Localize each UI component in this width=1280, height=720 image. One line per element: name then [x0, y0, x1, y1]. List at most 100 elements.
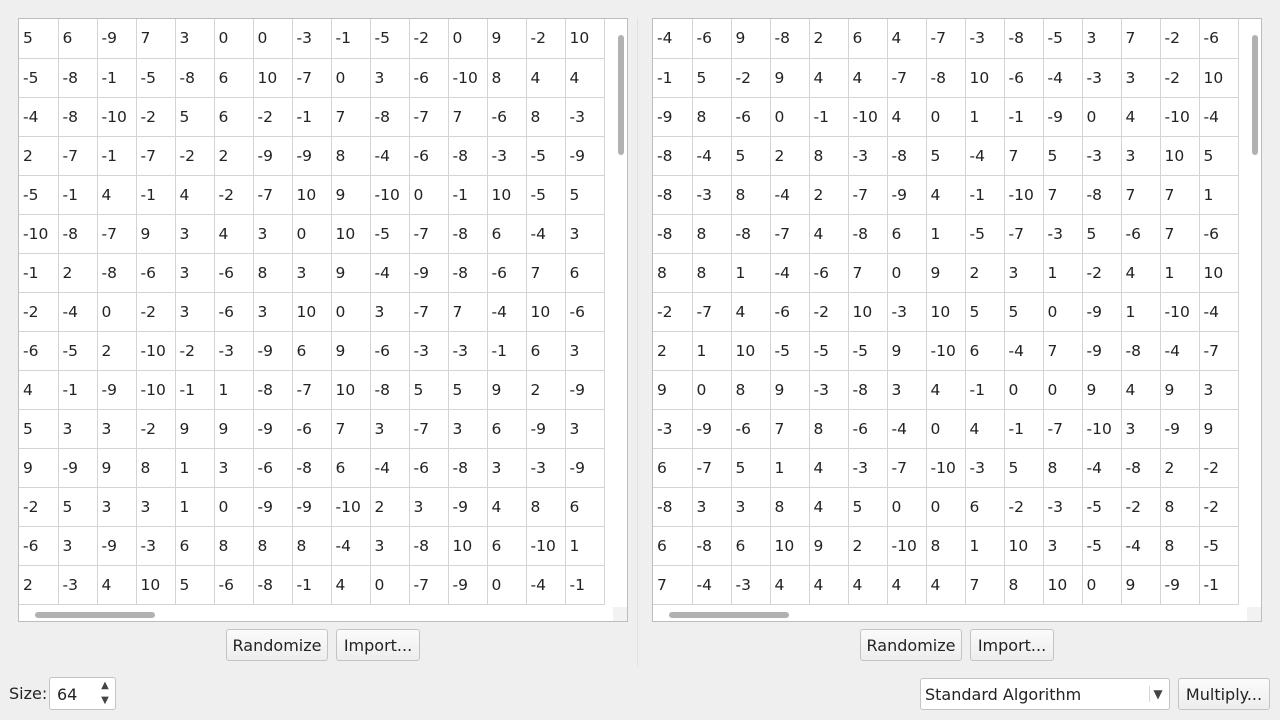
matrix-cell[interactable]: -4 — [331, 526, 371, 566]
matrix-cell[interactable]: -6 — [809, 253, 849, 293]
matrix-cell[interactable]: -8 — [731, 214, 771, 254]
matrix-cell[interactable]: 7 — [136, 19, 176, 59]
matrix-cell[interactable]: 0 — [926, 487, 966, 527]
matrix-cell[interactable]: -1 — [1004, 97, 1044, 137]
left-vertical-scrollbar[interactable] — [613, 19, 627, 609]
matrix-cell[interactable]: -2 — [136, 409, 176, 449]
matrix-cell[interactable]: 7 — [526, 253, 566, 293]
matrix-cell[interactable]: 9 — [770, 370, 810, 410]
matrix-cell[interactable]: -6 — [1121, 214, 1161, 254]
matrix-cell[interactable]: 3 — [887, 370, 927, 410]
matrix-cell[interactable]: 8 — [1160, 487, 1200, 527]
matrix-cell[interactable]: 0 — [887, 487, 927, 527]
matrix-cell[interactable]: -4 — [653, 19, 693, 59]
matrix-cell[interactable]: 0 — [253, 19, 293, 59]
matrix-cell[interactable]: 3 — [565, 214, 605, 254]
matrix-cell[interactable]: -9 — [1082, 292, 1122, 332]
matrix-cell[interactable]: -10 — [926, 331, 966, 371]
matrix-cell[interactable]: 10 — [331, 214, 371, 254]
matrix-cell[interactable]: 7 — [653, 565, 693, 605]
matrix-cell[interactable]: -7 — [409, 409, 449, 449]
matrix-cell[interactable]: 1 — [926, 214, 966, 254]
matrix-cell[interactable]: -2 — [1199, 487, 1239, 527]
matrix-cell[interactable]: 8 — [692, 97, 732, 137]
matrix-cell[interactable]: -8 — [292, 448, 332, 488]
right-matrix-table[interactable]: -4 -6 9 -8 2 6 4 -7 -3 -8 -5 3 7 -2 -6 -1 5 -2 9 4 4 -7 -8 10 -6… — [653, 19, 1239, 605]
matrix-cell[interactable]: -6 — [214, 292, 254, 332]
matrix-cell[interactable]: 0 — [692, 370, 732, 410]
matrix-cell[interactable]: 4 — [809, 565, 849, 605]
matrix-cell[interactable]: 3 — [253, 292, 293, 332]
matrix-cell[interactable]: 4 — [97, 565, 137, 605]
matrix-cell[interactable]: -9 — [58, 448, 98, 488]
matrix-cell[interactable]: 6 — [653, 448, 693, 488]
matrix-cell[interactable]: 6 — [653, 526, 693, 566]
matrix-cell[interactable]: -3 — [1082, 58, 1122, 98]
matrix-cell[interactable]: 9 — [770, 58, 810, 98]
matrix-cell[interactable]: -2 — [1004, 487, 1044, 527]
matrix-cell[interactable]: -5 — [848, 331, 888, 371]
matrix-cell[interactable]: 0 — [1004, 370, 1044, 410]
matrix-cell[interactable]: 9 — [1199, 409, 1239, 449]
matrix-cell[interactable]: -10 — [19, 214, 59, 254]
matrix-cell[interactable]: 8 — [731, 370, 771, 410]
matrix-cell[interactable]: 5 — [1043, 136, 1083, 176]
matrix-cell[interactable]: -5 — [19, 175, 59, 215]
matrix-cell[interactable]: -7 — [409, 97, 449, 137]
matrix-cell[interactable]: 7 — [448, 292, 488, 332]
matrix-cell[interactable]: -10 — [887, 526, 927, 566]
matrix-cell[interactable]: -10 — [331, 487, 371, 527]
matrix-cell[interactable]: 7 — [848, 253, 888, 293]
matrix-cell[interactable]: 10 — [848, 292, 888, 332]
matrix-cell[interactable]: 0 — [370, 565, 410, 605]
matrix-cell[interactable]: -6 — [1199, 19, 1239, 59]
matrix-cell[interactable]: 5 — [1082, 214, 1122, 254]
matrix-cell[interactable]: 2 — [965, 253, 1005, 293]
matrix-cell[interactable]: 6 — [214, 97, 254, 137]
matrix-cell[interactable]: 9 — [926, 253, 966, 293]
matrix-cell[interactable]: 3 — [253, 214, 293, 254]
matrix-cell[interactable]: 4 — [887, 97, 927, 137]
matrix-cell[interactable]: -3 — [1043, 487, 1083, 527]
matrix-cell[interactable]: 4 — [809, 448, 849, 488]
matrix-cell[interactable]: 8 — [526, 97, 566, 137]
matrix-cell[interactable]: 3 — [175, 253, 215, 293]
matrix-cell[interactable]: -6 — [409, 136, 449, 176]
matrix-cell[interactable]: 1 — [175, 487, 215, 527]
matrix-cell[interactable]: 8 — [809, 409, 849, 449]
matrix-cell[interactable]: -6 — [770, 292, 810, 332]
matrix-cell[interactable]: 4 — [97, 175, 137, 215]
right-vertical-scrollbar[interactable] — [1247, 19, 1261, 609]
matrix-cell[interactable]: 5 — [175, 565, 215, 605]
size-spinbox[interactable]: 64 ▲ ▼ — [49, 677, 116, 710]
matrix-cell[interactable]: 6 — [487, 214, 527, 254]
matrix-cell[interactable]: -3 — [1082, 136, 1122, 176]
matrix-cell[interactable]: -8 — [58, 214, 98, 254]
matrix-cell[interactable]: -4 — [770, 175, 810, 215]
matrix-cell[interactable]: -1 — [292, 97, 332, 137]
matrix-cell[interactable]: -5 — [526, 175, 566, 215]
matrix-cell[interactable]: 10 — [253, 58, 293, 98]
matrix-cell[interactable]: -9 — [97, 370, 137, 410]
matrix-cell[interactable]: 8 — [253, 526, 293, 566]
matrix-cell[interactable]: -7 — [1004, 214, 1044, 254]
matrix-cell[interactable]: 4 — [1121, 253, 1161, 293]
matrix-cell[interactable]: 2 — [809, 175, 849, 215]
matrix-cell[interactable]: 8 — [331, 136, 371, 176]
matrix-cell[interactable]: -9 — [253, 409, 293, 449]
matrix-cell[interactable]: -3 — [692, 175, 732, 215]
matrix-cell[interactable]: 4 — [809, 58, 849, 98]
matrix-cell[interactable]: 6 — [965, 331, 1005, 371]
matrix-cell[interactable]: -9 — [409, 253, 449, 293]
matrix-cell[interactable]: 10 — [1160, 136, 1200, 176]
left-horizontal-scrollbar[interactable] — [19, 607, 615, 621]
matrix-cell[interactable]: -8 — [1121, 331, 1161, 371]
matrix-cell[interactable]: 5 — [731, 136, 771, 176]
matrix-cell[interactable]: 8 — [1160, 526, 1200, 566]
matrix-cell[interactable]: -2 — [1160, 19, 1200, 59]
matrix-cell[interactable]: 8 — [526, 487, 566, 527]
right-import-button[interactable]: Import... — [970, 629, 1054, 661]
matrix-cell[interactable]: 8 — [253, 253, 293, 293]
matrix-cell[interactable]: -4 — [1199, 97, 1239, 137]
matrix-cell[interactable]: -10 — [1082, 409, 1122, 449]
